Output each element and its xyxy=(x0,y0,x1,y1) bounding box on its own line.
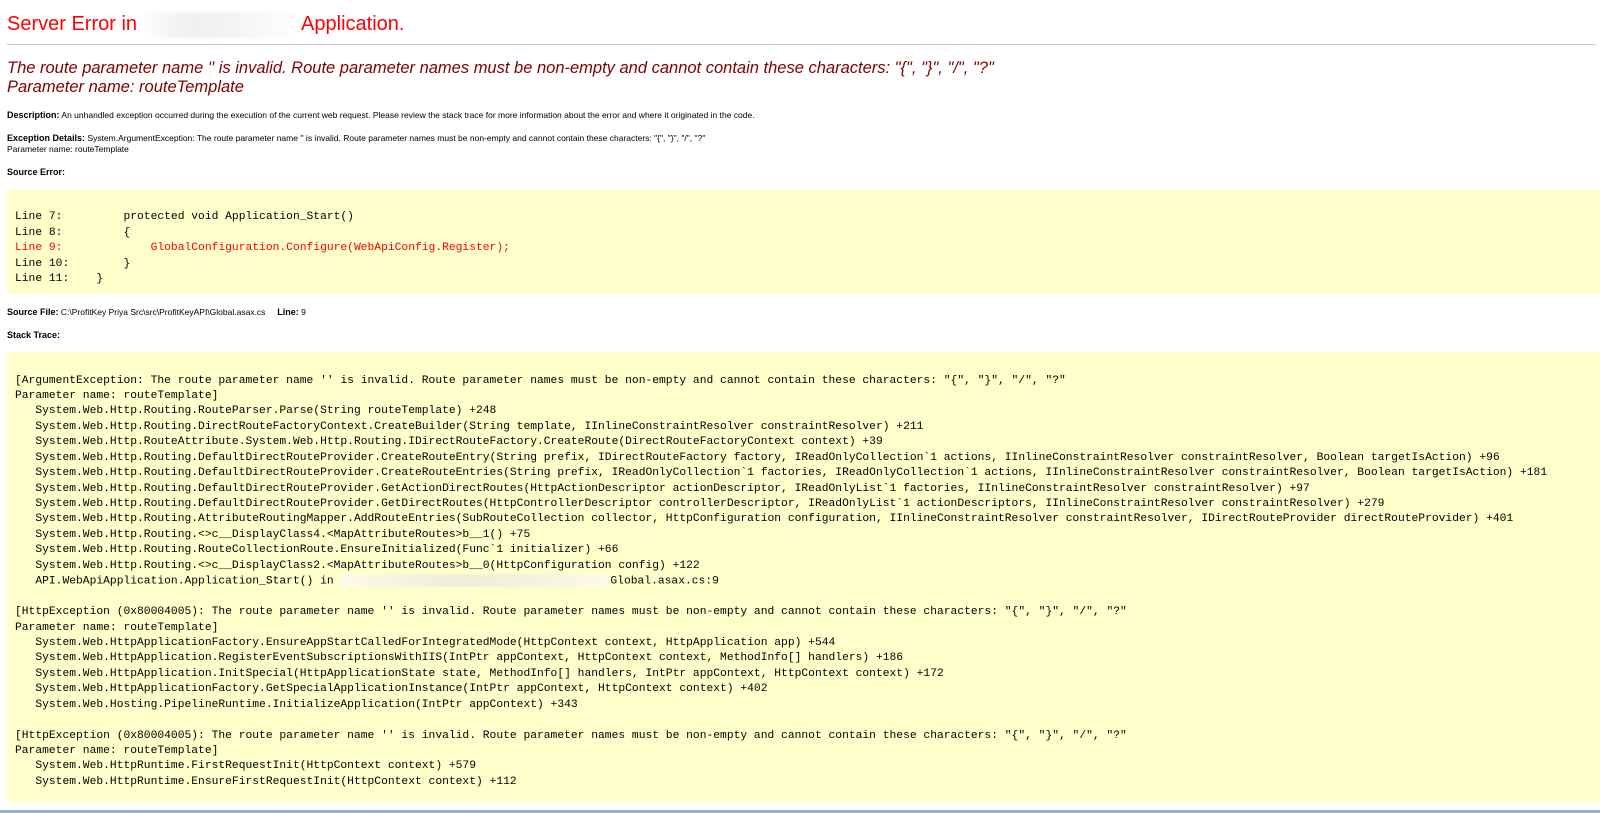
source-line-number: Line 9: xyxy=(15,242,70,254)
stack-trace-line: System.Web.Hosting.PipelineRuntime.Initi… xyxy=(15,698,578,711)
stack-trace[interactable]: [ArgumentException: The route parameter … xyxy=(7,351,1600,802)
page-title-suffix: Application. xyxy=(301,13,405,35)
source-code-line: Line 10: } xyxy=(15,257,1592,273)
stack-trace-line: System.Web.Http.RouteAttribute.System.We… xyxy=(15,436,883,449)
source-line-number: Line 11: xyxy=(15,273,70,285)
stack-trace-line: System.Web.HttpApplication.RegisterEvent… xyxy=(15,652,904,665)
redacted-app-name xyxy=(144,11,295,38)
stack-trace-line: [ArgumentException: The route parameter … xyxy=(15,374,1066,387)
source-file-label: Source File: xyxy=(7,306,59,317)
stack-trace-line: System.Web.Http.Routing.RouteParser.Pars… xyxy=(15,405,497,418)
stack-trace-line: System.Web.Http.Routing.DefaultDirectRou… xyxy=(15,498,1385,510)
source-file: Source File: C:\ProfitKey Priya Src\src\… xyxy=(7,307,1600,318)
stack-trace-line: Parameter name: routeTemplate] xyxy=(15,621,219,634)
stack-trace-line: System.Web.HttpApplicationFactory.Ensure… xyxy=(15,636,836,649)
source-line-code: } xyxy=(69,257,131,270)
source-code-line: Line 11: } xyxy=(15,272,1592,288)
source-code-line: Line 8: { xyxy=(15,226,1592,242)
stack-trace-line: API.WebApiApplication.Application_Start(… xyxy=(15,574,1592,589)
source-line-label: Line: xyxy=(277,306,299,317)
stack-trace-line: System.Web.Http.Routing.DefaultDirectRou… xyxy=(15,467,1548,480)
error-parameter-line: Parameter name: routeTemplate xyxy=(7,78,244,96)
redacted-path xyxy=(340,574,611,588)
source-line-number: Line 10: xyxy=(15,257,70,270)
source-line-code: { xyxy=(69,226,131,239)
source-line-code: GlobalConfiguration.Configure(WebApiConf… xyxy=(69,242,510,254)
stack-trace-line: System.Web.Http.Routing.AttributeRouting… xyxy=(15,513,1514,526)
stack-trace-line: System.Web.Http.Routing.DefaultDirectRou… xyxy=(15,451,1500,464)
error-page: Server Error in Application. The route p… xyxy=(0,0,1600,802)
error-message-line: The route parameter name '' is invalid. … xyxy=(7,59,994,77)
source-file-path: C:\ProfitKey Priya Src\src\ProfitKeyAPI\… xyxy=(60,306,266,317)
exception-details-param: Parameter name: routeTemplate xyxy=(7,144,129,154)
page-title: Server Error in Application. xyxy=(7,10,1600,40)
stack-trace-line: System.Web.HttpApplicationFactory.GetSpe… xyxy=(15,683,768,696)
exception-details-label: Exception Details: xyxy=(7,133,86,143)
description-label: Description: xyxy=(7,110,60,120)
source-line-number: Line 7: xyxy=(15,211,70,223)
source-line-code: protected void Application_Start() xyxy=(69,211,354,223)
stack-trace-line: [HttpException (0x80004005): The route p… xyxy=(15,729,1127,742)
stack-trace-line: System.Web.HttpRuntime.EnsureFirstReques… xyxy=(15,775,517,788)
stack-trace-line: System.Web.Http.Routing.DirectRouteFacto… xyxy=(15,420,924,433)
stack-trace-text: API.WebApiApplication.Application_Start(… xyxy=(15,575,341,588)
source-line-value: 9 xyxy=(301,306,306,317)
exception-details-text: System.ArgumentException: The route para… xyxy=(87,133,706,143)
description: Description: An unhandled exception occu… xyxy=(7,110,1600,121)
source-error-label: Source Error: xyxy=(7,167,66,177)
description-text: An unhandled exception occurred during t… xyxy=(61,110,755,120)
stack-trace-line: System.Web.Http.Routing.RouteCollectionR… xyxy=(15,544,619,557)
stack-trace-line: System.Web.HttpRuntime.FirstRequestInit(… xyxy=(15,760,476,773)
stack-trace-line: Parameter name: routeTemplate] xyxy=(15,389,219,402)
stack-trace-label: Stack Trace: xyxy=(7,329,61,340)
stack-trace-line: [HttpException (0x80004005): The route p… xyxy=(15,606,1127,619)
stack-trace-line: Parameter name: routeTemplate] xyxy=(15,745,219,757)
page-title-prefix: Server Error in xyxy=(7,13,138,35)
stack-trace-line: System.Web.Http.Routing.<>c__DisplayClas… xyxy=(15,559,700,572)
stack-trace-gap xyxy=(15,590,1592,605)
stack-trace-text: Global.asax.cs:9 xyxy=(610,575,719,588)
exception-details: Exception Details: System.ArgumentExcept… xyxy=(7,133,1600,155)
stack-trace-line: System.Web.HttpApplication.InitSpecial(H… xyxy=(15,667,944,680)
source-line-number: Line 8: xyxy=(15,226,70,239)
source-code-line: Line 9: GlobalConfiguration.Configure(We… xyxy=(15,241,1592,257)
stack-trace-line: System.Web.Http.Routing.DefaultDirectRou… xyxy=(15,482,1310,495)
stack-trace-line: System.Web.Http.Routing.<>c__DisplayClas… xyxy=(15,528,531,541)
source-error-code: Line 7: protected void Application_Start… xyxy=(7,190,1600,294)
stack-trace-gap xyxy=(15,713,1592,728)
error-message: The route parameter name '' is invalid. … xyxy=(7,59,1600,97)
source-line-code: } xyxy=(69,273,104,285)
source-code-line: Line 7: protected void Application_Start… xyxy=(15,210,1592,226)
title-divider xyxy=(7,44,1596,45)
